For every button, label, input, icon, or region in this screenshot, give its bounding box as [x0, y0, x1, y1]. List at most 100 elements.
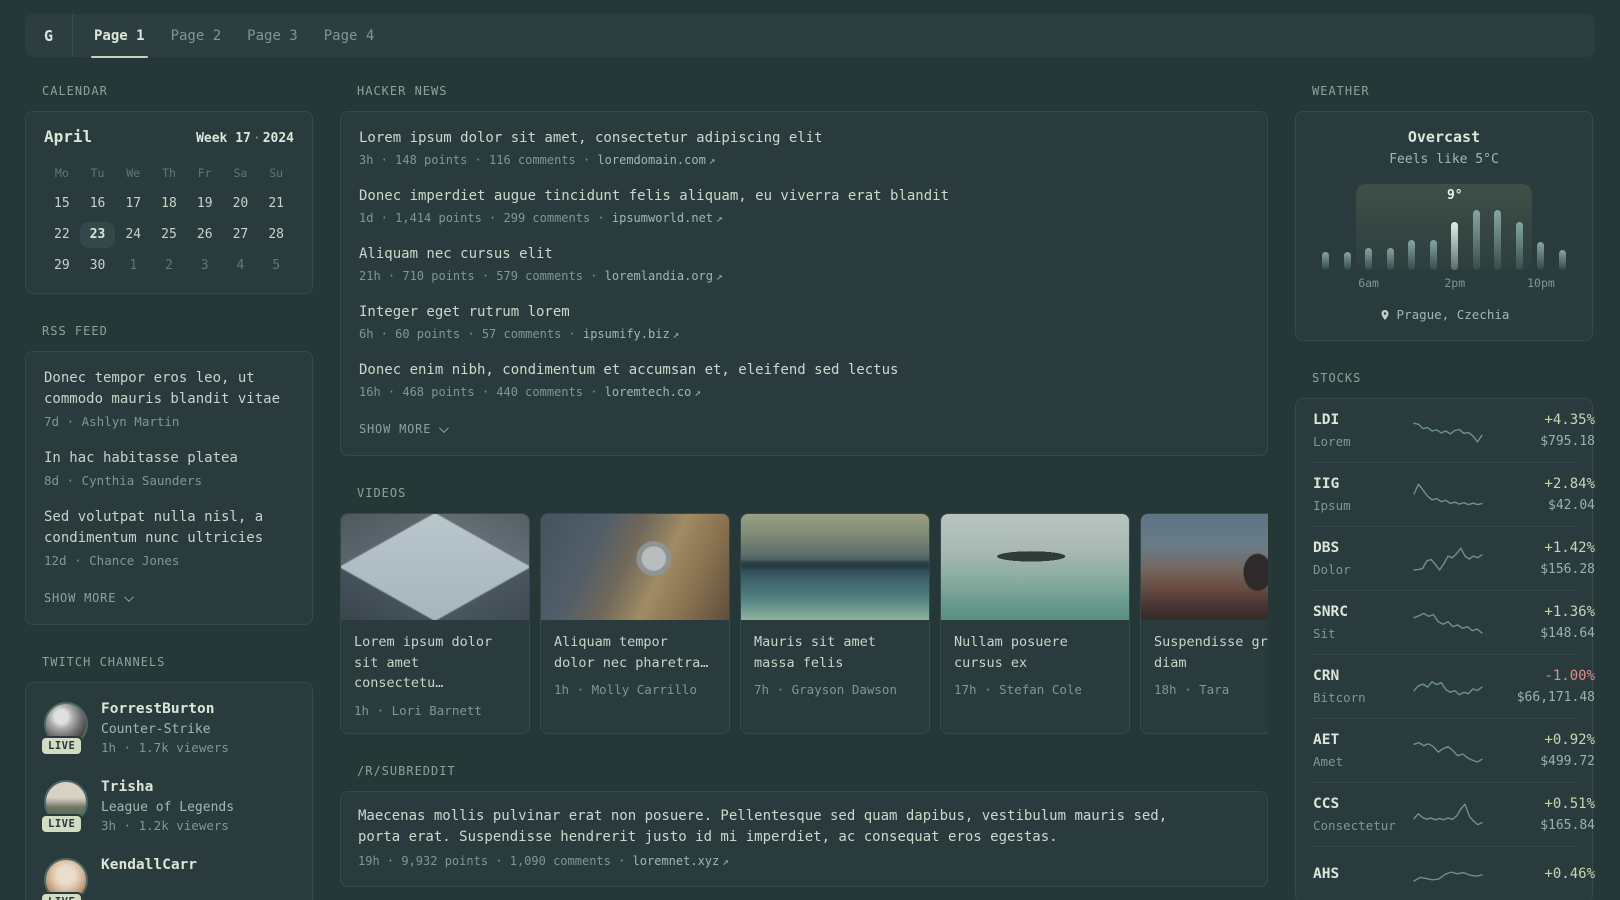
videos-title: VIDEOS — [357, 486, 407, 500]
twitch-avatar-wrap: LIVE — [40, 858, 88, 900]
video-card[interactable]: Nullam posuere cursus ex 17h · Stefan Col… — [940, 513, 1130, 734]
stock-name: Bitcorn — [1313, 690, 1366, 705]
stock-row-crn[interactable]: CRN Bitcorn -1.00% $66,171.48 — [1313, 654, 1595, 718]
stock-price: $66,171.48 — [1516, 690, 1595, 705]
app-logo[interactable]: G — [25, 14, 72, 57]
stock-sparkline — [1413, 871, 1483, 882]
stock-values: -1.00% $66,171.48 — [1483, 667, 1595, 705]
rss-item-title[interactable]: Donec tempor eros leo, ut commodo mauris… — [44, 368, 294, 410]
stock-symbol: IIG — [1313, 476, 1340, 492]
video-card[interactable]: Aliquam tempor dolor nec pharetra… 1h · M… — [540, 513, 730, 734]
hackernews-item-title[interactable]: Donec enim nibh, condimentum et accumsan… — [359, 360, 1249, 380]
twitch-card: LIVE ForrestBurton Counter-Strike 1h · 1.7k… — [25, 682, 313, 900]
weather-title: WEATHER — [1312, 84, 1370, 98]
hackernews-item-title[interactable]: Aliquam nec cursus elit — [359, 244, 1249, 264]
video-title: Lorem ipsum dolor sit amet consectetu… — [354, 634, 493, 691]
rss-title: RSS FEED — [42, 324, 108, 338]
weather-time-tick: 10pm — [1527, 276, 1555, 290]
stock-change: +0.51% — [1544, 796, 1595, 812]
hackernews-item-title[interactable]: Lorem ipsum dolor sit amet, consectetur … — [359, 128, 1249, 148]
stock-values: +0.92% $499.72 — [1483, 731, 1595, 769]
stock-row-aet[interactable]: AET Amet +0.92% $499.72 — [1313, 718, 1595, 782]
stock-symbol-block: DBS Dolor — [1313, 539, 1413, 577]
video-thumbnail[interactable] — [1141, 514, 1268, 620]
twitch-channel-name[interactable]: Trisha — [101, 778, 234, 796]
subreddit-post-title[interactable]: Maecenas mollis pulvinar erat non posuer… — [358, 806, 1216, 849]
nav-tab-page-3[interactable]: Page 3 — [247, 14, 298, 57]
weather-time-tick: 2pm — [1444, 276, 1466, 290]
video-meta: 1h · Molly Carrillo — [554, 682, 697, 697]
stock-symbol-block: SNRC Sit — [1313, 603, 1413, 641]
video-meta: 18h · Tara — [1154, 682, 1230, 697]
twitch-channel-row[interactable]: LIVE KendallCarr — [40, 856, 294, 900]
stock-row-snrc[interactable]: SNRC Sit +1.36% $148.64 — [1313, 590, 1595, 654]
twitch-channel-row[interactable]: LIVE Trisha League of Legends 3h · 1.2k vie… — [40, 778, 294, 834]
video-card[interactable]: Lorem ipsum dolor sit amet consectetu… 1h… — [340, 513, 530, 734]
subreddit-post: Maecenas mollis pulvinar erat non posuer… — [358, 806, 1250, 868]
video-title: Mauris sit amet massa felis — [754, 634, 876, 671]
stock-sparkline — [1413, 422, 1483, 443]
twitch-channel-row[interactable]: LIVE ForrestBurton Counter-Strike 1h · 1.7k… — [40, 700, 294, 756]
left-column: CALENDAR April Week 17 · 2024 Mo Tu We Th Fr Sa… — [25, 84, 313, 900]
item-domain-link[interactable]: loremnet.xyz — [633, 854, 720, 868]
video-thumbnail[interactable] — [741, 514, 929, 620]
hackernews-show-more-label: SHOW MORE — [359, 422, 432, 436]
stock-symbol-block: LDI Lorem — [1313, 411, 1413, 449]
calendar-header: April Week 17 · 2024 — [44, 127, 294, 146]
weather-bar-2pm — [1451, 222, 1459, 270]
calendar-day: 27 — [232, 227, 249, 242]
stock-values: +0.51% $165.84 — [1483, 795, 1595, 833]
item-domain-link[interactable]: loremdomain.com — [597, 153, 705, 167]
stock-row-dbs[interactable]: DBS Dolor +1.42% $156.28 — [1313, 526, 1595, 590]
hackernews-item-title[interactable]: Integer eget rutrum lorem — [359, 302, 1249, 322]
weather-bar-10am — [1408, 240, 1416, 270]
stock-sparkline-cell — [1413, 859, 1483, 889]
video-thumbnail[interactable] — [541, 514, 729, 620]
item-domain-link[interactable]: loremlandia.org — [605, 269, 713, 283]
calendar-day: 24 — [125, 227, 142, 242]
hackernews-show-more-button[interactable]: SHOW MORE — [359, 422, 450, 436]
stock-sparkline — [1413, 547, 1483, 571]
rss-widget: RSS FEED Donec tempor eros leo, ut commo… — [25, 324, 313, 625]
rss-card: Donec tempor eros leo, ut commodo mauris… — [25, 351, 313, 625]
stock-row-iig[interactable]: IIG Ipsum +2.84% $42.04 — [1313, 462, 1595, 526]
weather-location-row: Prague, Czechia — [1314, 307, 1574, 322]
calendar-day: 30 — [89, 258, 106, 273]
video-card[interactable]: Mauris sit amet massa felis 7h · Grayson … — [740, 513, 930, 734]
video-thumbnail[interactable] — [341, 514, 529, 620]
calendar-day-header: Sa — [233, 166, 248, 180]
hackernews-item-title[interactable]: Donec imperdiet augue tincidunt felis al… — [359, 186, 1249, 206]
twitch-avatar-wrap: LIVE — [40, 780, 88, 834]
nav-tab-page-4[interactable]: Page 4 — [324, 14, 375, 57]
stock-row-ldi[interactable]: LDI Lorem +4.35% $795.18 — [1313, 399, 1595, 462]
item-meta: 6h · 60 points · 57 comments · ipsumify.… — [359, 327, 1249, 341]
external-link-icon: ↗ — [716, 212, 723, 225]
external-link-icon: ↗ — [694, 386, 701, 399]
calendar-day-header: Su — [269, 166, 284, 180]
video-thumbnail[interactable] — [941, 514, 1129, 620]
stock-row-ahs[interactable]: AHS +0.46% — [1313, 846, 1595, 900]
video-card[interactable]: Suspendisse gravida diam 18h · Tara — [1140, 513, 1268, 734]
stock-values: +1.36% $148.64 — [1483, 603, 1595, 641]
calendar-day: 21 — [268, 196, 284, 211]
stock-price: $148.64 — [1540, 626, 1595, 641]
calendar-day: 25 — [161, 227, 177, 242]
stock-row-ccs[interactable]: CCS Consectetur +0.51% $165.84 — [1313, 782, 1595, 846]
nav-tab-page-2[interactable]: Page 2 — [171, 14, 222, 57]
item-domain-link[interactable]: ipsumify.biz — [583, 327, 670, 341]
item-domain-link[interactable]: loremtech.co — [605, 385, 692, 399]
twitch-channel-name[interactable]: KendallCarr — [101, 856, 197, 874]
stock-sparkline — [1413, 803, 1483, 826]
stock-name: Consectetur — [1313, 818, 1396, 833]
nav-tab-page-1[interactable]: Page 1 — [91, 14, 148, 58]
item-domain-link[interactable]: ipsumworld.net — [612, 211, 713, 225]
stocks-card: LDI Lorem +4.35% $795.18 IIG Ipsum +2.84% $42.0… — [1295, 398, 1595, 900]
stock-symbol: LDI — [1313, 412, 1340, 428]
rss-show-more-button[interactable]: SHOW MORE — [44, 591, 135, 605]
weather-bar-12pm — [1429, 240, 1437, 270]
rss-item-title[interactable]: Sed volutpat nulla nisl, a condimentum n… — [44, 507, 294, 549]
weather-time-tick: 6am — [1358, 276, 1379, 290]
stocks-widget: STOCKS LDI Lorem +4.35% $795.18 IIG Ipsum +2.8… — [1295, 371, 1595, 900]
twitch-channel-name[interactable]: ForrestBurton — [101, 700, 229, 718]
rss-item-title[interactable]: In hac habitasse platea — [44, 448, 294, 469]
